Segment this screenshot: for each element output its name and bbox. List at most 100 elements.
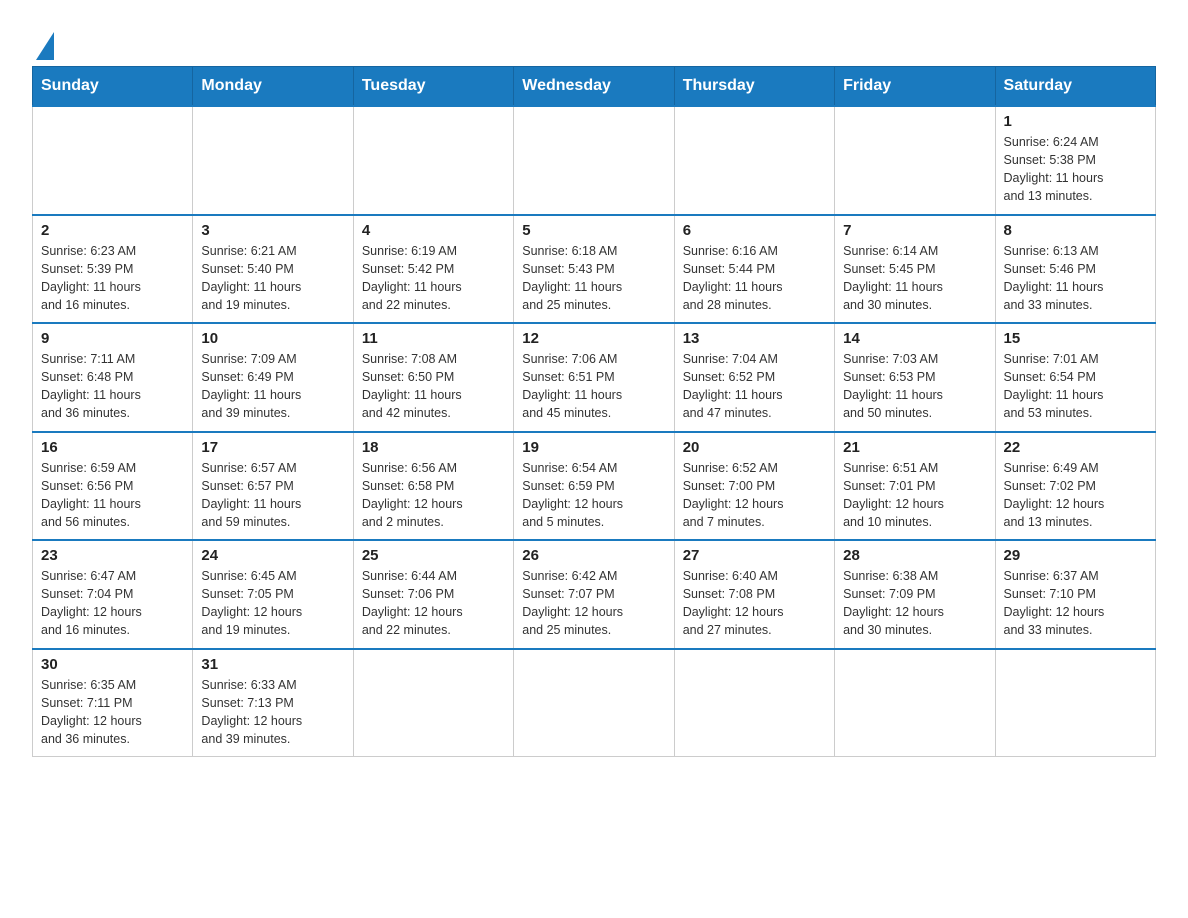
calendar-cell: 26 Sunrise: 6:42 AM Sunset: 7:07 PM Dayli…: [514, 540, 674, 649]
calendar-cell: 9 Sunrise: 7:11 AM Sunset: 6:48 PM Daylig…: [33, 323, 193, 432]
day-number: 15: [1004, 330, 1147, 347]
day-number: 14: [843, 330, 986, 347]
day-info: Sunrise: 6:42 AM Sunset: 7:07 PM Dayligh…: [522, 567, 665, 640]
calendar-cell: 6Sunrise: 6:16 AM Sunset: 5:44 PM Daylig…: [674, 215, 834, 324]
calendar-cell: 29Sunrise: 6:37 AM Sunset: 7:10 PM Dayli…: [995, 540, 1155, 649]
calendar-cell: [674, 649, 834, 757]
day-info: Sunrise: 7:01 AM Sunset: 6:54 PM Dayligh…: [1004, 350, 1147, 423]
day-info: Sunrise: 6:33 AM Sunset: 7:13 PM Dayligh…: [201, 676, 344, 749]
calendar-cell: 13Sunrise: 7:04 AM Sunset: 6:52 PM Dayli…: [674, 323, 834, 432]
calendar-cell: [33, 106, 193, 215]
calendar-cell: 8 Sunrise: 6:13 AM Sunset: 5:46 PM Daylig…: [995, 215, 1155, 324]
day-number: 7: [843, 222, 986, 239]
calendar-cell: [835, 649, 995, 757]
weekday-header-monday: Monday: [193, 67, 353, 107]
calendar-cell: 4 Sunrise: 6:19 AM Sunset: 5:42 PM Daylig…: [353, 215, 513, 324]
calendar-cell: 11Sunrise: 7:08 AM Sunset: 6:50 PM Dayli…: [353, 323, 513, 432]
day-number: 22: [1004, 439, 1147, 456]
day-info: Sunrise: 6:45 AM Sunset: 7:05 PM Dayligh…: [201, 567, 344, 640]
calendar-cell: 31 Sunrise: 6:33 AM Sunset: 7:13 PM Dayli…: [193, 649, 353, 757]
day-info: Sunrise: 7:09 AM Sunset: 6:49 PM Dayligh…: [201, 350, 344, 423]
day-info: Sunrise: 6:24 AM Sunset: 5:38 PM Dayligh…: [1004, 133, 1147, 206]
day-number: 16: [41, 439, 184, 456]
day-number: 18: [362, 439, 505, 456]
weekday-header-thursday: Thursday: [674, 67, 834, 107]
calendar-cell: 19 Sunrise: 6:54 AM Sunset: 6:59 PM Dayli…: [514, 432, 674, 541]
day-number: 19: [522, 439, 665, 456]
logo-triangle-icon: [36, 32, 54, 60]
day-number: 21: [843, 439, 986, 456]
calendar-table: SundayMondayTuesdayWednesdayThursdayFrid…: [32, 66, 1156, 757]
calendar-cell: 10Sunrise: 7:09 AM Sunset: 6:49 PM Dayli…: [193, 323, 353, 432]
weekday-header-wednesday: Wednesday: [514, 67, 674, 107]
day-info: Sunrise: 6:47 AM Sunset: 7:04 PM Dayligh…: [41, 567, 184, 640]
calendar-cell: 1 Sunrise: 6:24 AM Sunset: 5:38 PM Daylig…: [995, 106, 1155, 215]
calendar-cell: 21 Sunrise: 6:51 AM Sunset: 7:01 PM Dayli…: [835, 432, 995, 541]
weekday-header-tuesday: Tuesday: [353, 67, 513, 107]
day-info: Sunrise: 7:03 AM Sunset: 6:53 PM Dayligh…: [843, 350, 986, 423]
day-info: Sunrise: 6:13 AM Sunset: 5:46 PM Dayligh…: [1004, 242, 1147, 315]
day-info: Sunrise: 6:19 AM Sunset: 5:42 PM Dayligh…: [362, 242, 505, 315]
calendar-cell: 20Sunrise: 6:52 AM Sunset: 7:00 PM Dayli…: [674, 432, 834, 541]
day-number: 13: [683, 330, 826, 347]
calendar-cell: 22 Sunrise: 6:49 AM Sunset: 7:02 PM Dayli…: [995, 432, 1155, 541]
day-info: Sunrise: 6:49 AM Sunset: 7:02 PM Dayligh…: [1004, 459, 1147, 532]
day-number: 26: [522, 547, 665, 564]
calendar-header-row: SundayMondayTuesdayWednesdayThursdayFrid…: [33, 67, 1156, 107]
day-number: 8: [1004, 222, 1147, 239]
calendar-cell: [995, 649, 1155, 757]
day-number: 20: [683, 439, 826, 456]
calendar-cell: 14 Sunrise: 7:03 AM Sunset: 6:53 PM Dayli…: [835, 323, 995, 432]
day-number: 23: [41, 547, 184, 564]
day-info: Sunrise: 6:59 AM Sunset: 6:56 PM Dayligh…: [41, 459, 184, 532]
weekday-header-sunday: Sunday: [33, 67, 193, 107]
calendar-week-row: 23 Sunrise: 6:47 AM Sunset: 7:04 PM Dayli…: [33, 540, 1156, 649]
calendar-cell: 25 Sunrise: 6:44 AM Sunset: 7:06 PM Dayli…: [353, 540, 513, 649]
day-number: 12: [522, 330, 665, 347]
weekday-header-friday: Friday: [835, 67, 995, 107]
calendar-cell: 5Sunrise: 6:18 AM Sunset: 5:43 PM Daylig…: [514, 215, 674, 324]
day-number: 24: [201, 547, 344, 564]
day-number: 1: [1004, 113, 1147, 130]
day-number: 17: [201, 439, 344, 456]
day-info: Sunrise: 6:16 AM Sunset: 5:44 PM Dayligh…: [683, 242, 826, 315]
day-number: 29: [1004, 547, 1147, 564]
day-number: 4: [362, 222, 505, 239]
day-info: Sunrise: 6:57 AM Sunset: 6:57 PM Dayligh…: [201, 459, 344, 532]
day-info: Sunrise: 6:14 AM Sunset: 5:45 PM Dayligh…: [843, 242, 986, 315]
calendar-cell: [514, 649, 674, 757]
day-number: 25: [362, 547, 505, 564]
day-number: 28: [843, 547, 986, 564]
calendar-cell: [353, 649, 513, 757]
calendar-cell: [514, 106, 674, 215]
calendar-cell: 28 Sunrise: 6:38 AM Sunset: 7:09 PM Dayli…: [835, 540, 995, 649]
calendar-week-row: 1 Sunrise: 6:24 AM Sunset: 5:38 PM Daylig…: [33, 106, 1156, 215]
day-info: Sunrise: 6:54 AM Sunset: 6:59 PM Dayligh…: [522, 459, 665, 532]
day-info: Sunrise: 6:51 AM Sunset: 7:01 PM Dayligh…: [843, 459, 986, 532]
day-info: Sunrise: 6:21 AM Sunset: 5:40 PM Dayligh…: [201, 242, 344, 315]
day-info: Sunrise: 7:11 AM Sunset: 6:48 PM Dayligh…: [41, 350, 184, 423]
day-number: 31: [201, 656, 344, 673]
day-number: 11: [362, 330, 505, 347]
day-info: Sunrise: 6:38 AM Sunset: 7:09 PM Dayligh…: [843, 567, 986, 640]
calendar-cell: [674, 106, 834, 215]
calendar-cell: 2Sunrise: 6:23 AM Sunset: 5:39 PM Daylig…: [33, 215, 193, 324]
calendar-cell: [353, 106, 513, 215]
weekday-header-saturday: Saturday: [995, 67, 1155, 107]
calendar-week-row: 2Sunrise: 6:23 AM Sunset: 5:39 PM Daylig…: [33, 215, 1156, 324]
logo: [32, 24, 56, 58]
day-info: Sunrise: 7:06 AM Sunset: 6:51 PM Dayligh…: [522, 350, 665, 423]
page-header: [32, 24, 1156, 58]
calendar-cell: 12 Sunrise: 7:06 AM Sunset: 6:51 PM Dayli…: [514, 323, 674, 432]
day-number: 27: [683, 547, 826, 564]
day-info: Sunrise: 6:44 AM Sunset: 7:06 PM Dayligh…: [362, 567, 505, 640]
calendar-cell: 7 Sunrise: 6:14 AM Sunset: 5:45 PM Daylig…: [835, 215, 995, 324]
calendar-cell: 23 Sunrise: 6:47 AM Sunset: 7:04 PM Dayli…: [33, 540, 193, 649]
day-number: 30: [41, 656, 184, 673]
calendar-cell: 30 Sunrise: 6:35 AM Sunset: 7:11 PM Dayli…: [33, 649, 193, 757]
day-number: 3: [201, 222, 344, 239]
day-number: 9: [41, 330, 184, 347]
day-info: Sunrise: 6:23 AM Sunset: 5:39 PM Dayligh…: [41, 242, 184, 315]
calendar-cell: 27Sunrise: 6:40 AM Sunset: 7:08 PM Dayli…: [674, 540, 834, 649]
day-info: Sunrise: 6:35 AM Sunset: 7:11 PM Dayligh…: [41, 676, 184, 749]
